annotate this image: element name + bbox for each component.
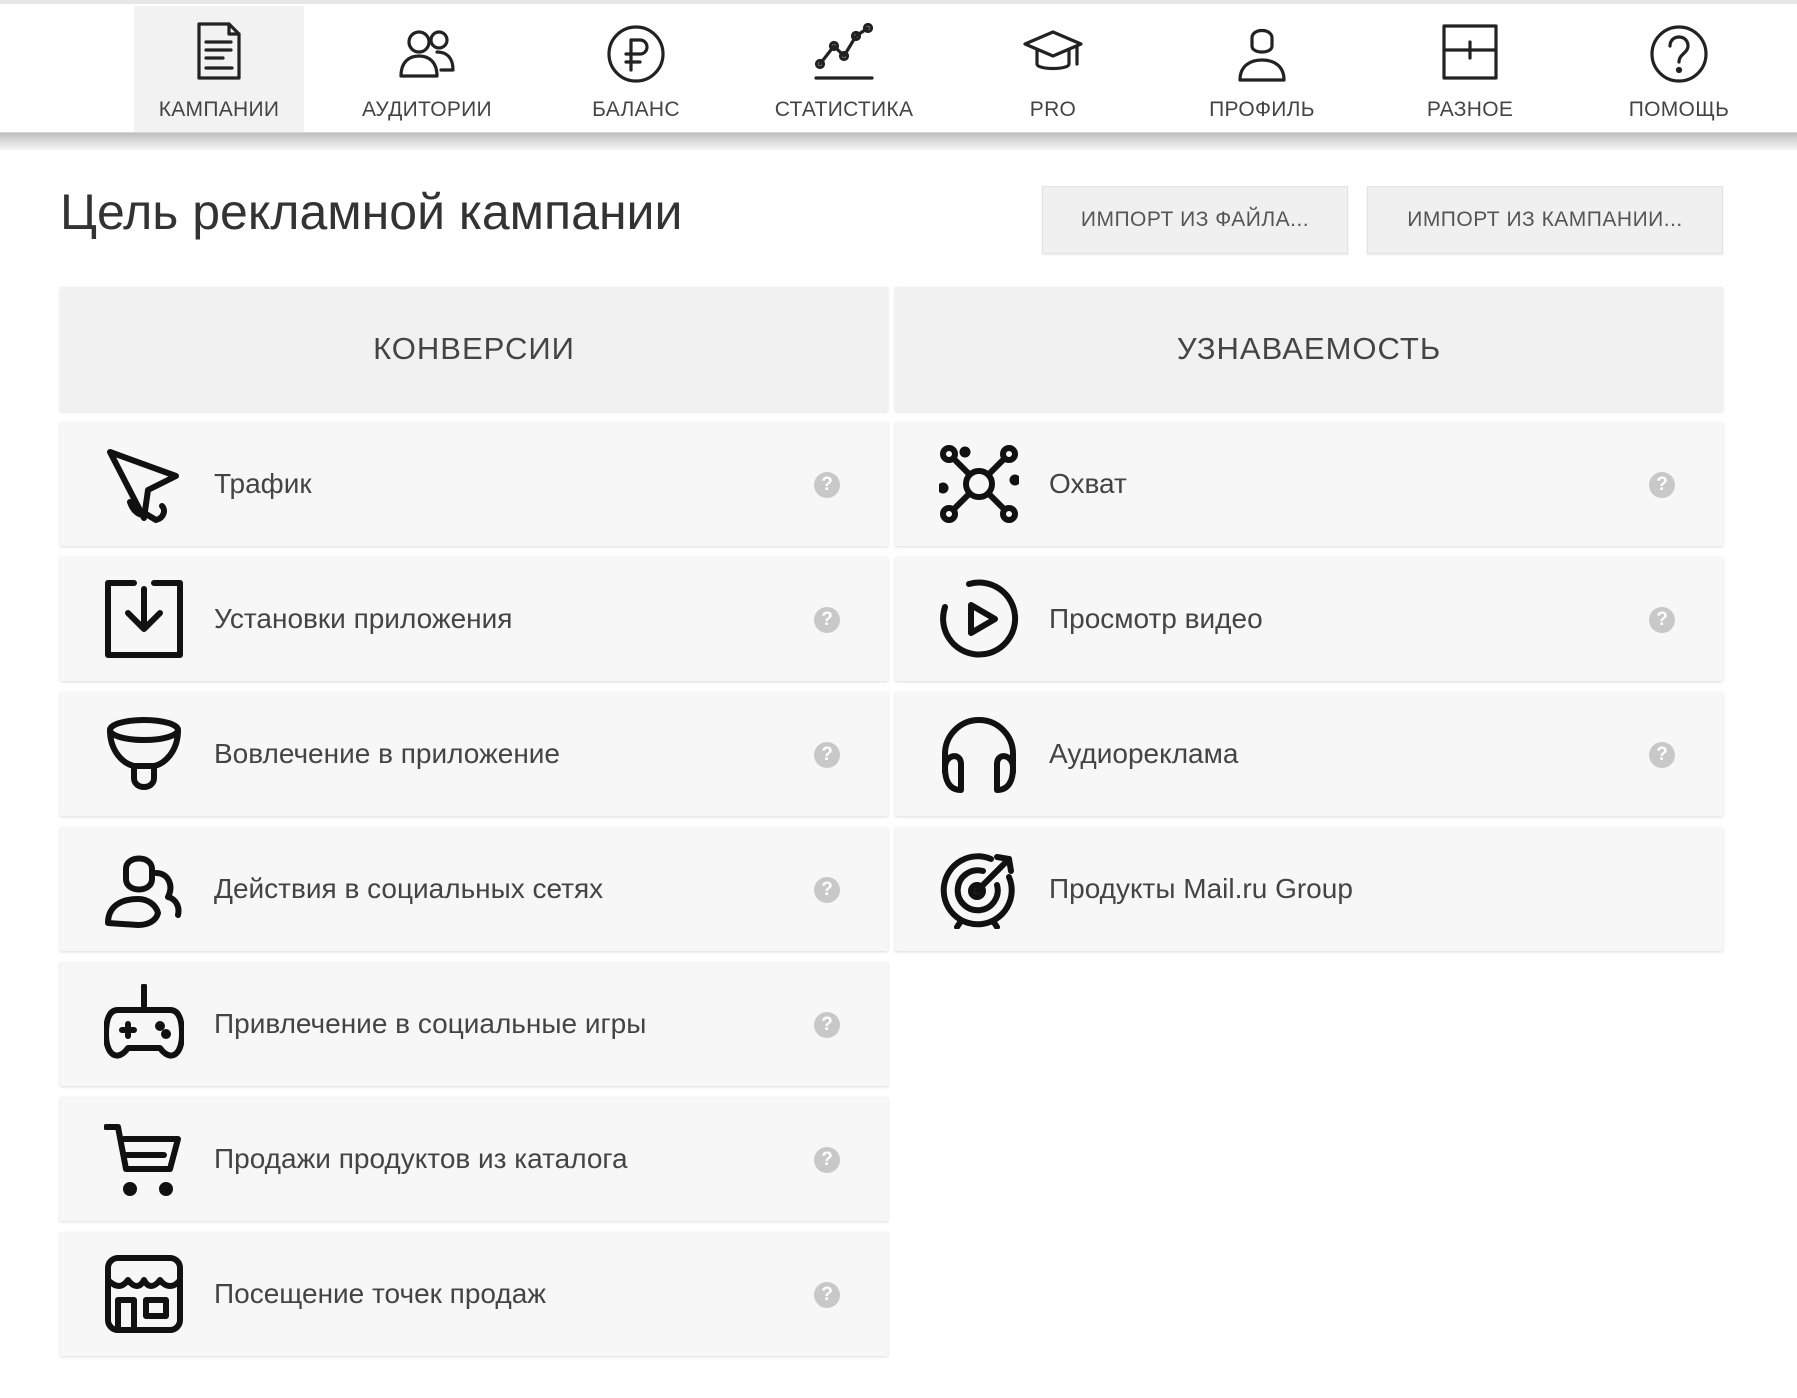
user-profile-icon [1232, 20, 1292, 84]
top-navigation: КАМПАНИИ АУДИТОРИИ БАЛАНС СТАТИСТИКА PRO… [0, 6, 1797, 133]
conversions-column: КОНВЕРСИИ Трафик ? Установки приложения … [60, 287, 888, 1356]
nav-item-statistics[interactable]: СТАТИСТИКА [759, 6, 929, 132]
campaign-document-icon [189, 20, 249, 84]
goal-option-label: Трафик [214, 468, 312, 499]
help-icon[interactable]: ? [814, 742, 840, 768]
help-icon[interactable]: ? [814, 1282, 840, 1308]
cursor-click-icon [104, 444, 184, 524]
audience-people-icon [397, 20, 457, 84]
social-people-icon [104, 849, 184, 929]
import-from-file-button[interactable]: ИМПОРТ ИЗ ФАЙЛА... [1042, 186, 1348, 254]
nav-item-pro[interactable]: PRO [968, 6, 1138, 132]
goal-option-store-visits[interactable]: Посещение точек продаж ? [60, 1232, 888, 1356]
nav-label-help: ПОМОЩЬ [1628, 98, 1730, 121]
goal-option-label: Вовлечение в приложение [214, 738, 560, 769]
import-from-campaign-button[interactable]: ИМПОРТ ИЗ КАМПАНИИ... [1367, 186, 1723, 254]
nav-shadow [0, 133, 1797, 151]
nav-label-misc: РАЗНОЕ [1426, 98, 1514, 121]
download-box-icon [104, 579, 184, 659]
goal-option-label: Охват [1049, 468, 1127, 499]
misc-grid-icon [1440, 20, 1500, 84]
goal-option-label: Действия в социальных сетях [214, 873, 604, 904]
goal-option-label: Продукты Mail.ru Group [1049, 873, 1353, 904]
goal-option-audio-ads[interactable]: Аудиореклама ? [895, 692, 1723, 816]
help-icon[interactable]: ? [814, 607, 840, 633]
line-chart-icon [814, 20, 874, 84]
help-question-icon [1649, 20, 1709, 84]
help-icon[interactable]: ? [814, 877, 840, 903]
help-icon[interactable]: ? [1649, 742, 1675, 768]
awareness-column: УЗНАВАЕМОСТЬ Охват ? Просмотр видео ? Ау… [895, 287, 1723, 951]
funnel-icon [104, 714, 184, 794]
goal-option-video-views[interactable]: Просмотр видео ? [895, 557, 1723, 681]
nav-item-audiences[interactable]: АУДИТОРИИ [342, 6, 512, 132]
nav-label-statistics: СТАТИСТИКА [774, 98, 914, 121]
goal-option-app-engagement[interactable]: Вовлечение в приложение ? [60, 692, 888, 816]
awareness-header: УЗНАВАЕМОСТЬ [895, 287, 1723, 411]
nav-item-campaigns[interactable]: КАМПАНИИ [134, 6, 304, 132]
goal-option-label: Аудиореклама [1049, 738, 1239, 769]
conversions-header: КОНВЕРСИИ [60, 287, 888, 411]
headphones-icon [939, 714, 1019, 794]
nav-item-misc[interactable]: РАЗНОЕ [1385, 6, 1555, 132]
shopping-cart-icon [103, 1119, 184, 1199]
target-arrow-icon [939, 849, 1019, 930]
video-play-icon [939, 579, 1019, 659]
goal-option-social-actions[interactable]: Действия в социальных сетях ? [60, 827, 888, 951]
goal-option-mailru-products[interactable]: Продукты Mail.ru Group [895, 827, 1723, 951]
help-icon[interactable]: ? [814, 472, 840, 498]
goal-option-catalog-sales[interactable]: Продажи продуктов из каталога ? [60, 1097, 888, 1221]
goal-option-label: Посещение точек продаж [214, 1278, 547, 1309]
top-border [0, 0, 1797, 4]
goal-option-label: Просмотр видео [1049, 603, 1263, 634]
nav-label-profile: ПРОФИЛЬ [1209, 98, 1315, 121]
goal-option-social-games[interactable]: Привлечение в социальные игры ? [60, 962, 888, 1086]
help-icon[interactable]: ? [814, 1147, 840, 1173]
help-icon[interactable]: ? [1649, 607, 1675, 633]
gamepad-icon [103, 983, 185, 1064]
reach-network-icon [937, 444, 1021, 524]
goal-option-label: Продажи продуктов из каталога [214, 1143, 628, 1174]
goal-option-app-installs[interactable]: Установки приложения ? [60, 557, 888, 681]
page-title: Цель рекламной кампании [60, 184, 683, 240]
help-icon[interactable]: ? [1649, 472, 1675, 498]
nav-label-campaigns: КАМПАНИИ [158, 98, 280, 121]
graduation-cap-icon [1023, 20, 1083, 84]
nav-label-audiences: АУДИТОРИИ [362, 98, 492, 121]
nav-item-balance[interactable]: БАЛАНС [551, 6, 721, 132]
goal-option-label: Установки приложения [214, 603, 513, 634]
nav-label-balance: БАЛАНС [592, 98, 680, 121]
ruble-coin-icon [606, 20, 666, 84]
goal-option-label: Привлечение в социальные игры [214, 1008, 647, 1039]
nav-label-pro: PRO [1029, 98, 1077, 121]
goal-option-reach[interactable]: Охват ? [895, 422, 1723, 546]
nav-item-help[interactable]: ПОМОЩЬ [1594, 6, 1764, 132]
help-icon[interactable]: ? [814, 1012, 840, 1038]
goal-option-traffic[interactable]: Трафик ? [60, 422, 888, 546]
nav-item-profile[interactable]: ПРОФИЛЬ [1177, 6, 1347, 132]
storefront-icon [104, 1254, 184, 1334]
